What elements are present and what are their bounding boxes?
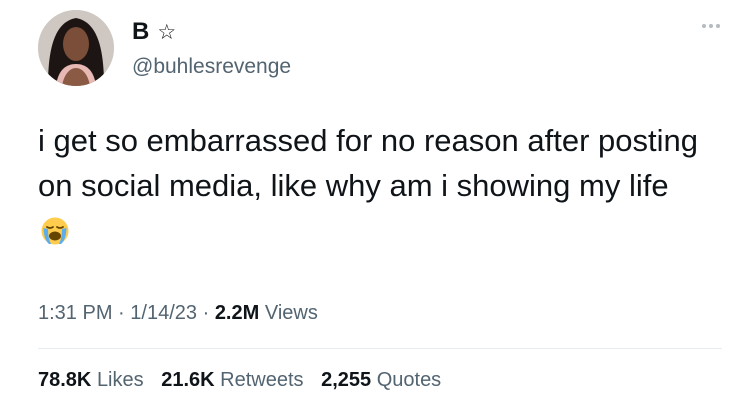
avatar-image: [38, 10, 114, 86]
quotes-label: Quotes: [376, 369, 442, 391]
loudly-crying-face-icon: [40, 213, 70, 258]
quotes-stat[interactable]: 2,255 Quotes: [321, 369, 441, 391]
more-options-icon[interactable]: [702, 24, 720, 28]
tweet-text: i get so embarrassed for no reason after…: [38, 118, 698, 258]
likes-count: 78.8K: [38, 369, 92, 391]
tweet-text-content: i get so embarrassed for no reason after…: [38, 123, 698, 203]
retweets-stat[interactable]: 21.6K Retweets: [161, 369, 309, 391]
views-label: Views: [264, 302, 318, 324]
user-handle[interactable]: @buhlesrevenge: [132, 54, 291, 80]
user-info: B ☆ @buhlesrevenge: [132, 18, 291, 80]
meta-separator: ·: [202, 302, 210, 324]
retweets-count: 21.6K: [161, 369, 215, 391]
display-name[interactable]: B ☆: [132, 18, 291, 46]
tweet-meta: 1:31 PM · 1/14/23 · 2.2M Views: [38, 300, 318, 326]
engagement-stats: 78.8K Likes 21.6K Retweets 2,255 Quotes: [38, 367, 453, 393]
views-count: 2.2M: [214, 302, 260, 324]
divider: [38, 348, 722, 349]
quotes-count: 2,255: [321, 369, 372, 391]
meta-separator: ·: [118, 302, 125, 324]
display-name-text: B: [132, 18, 150, 45]
tweet-time[interactable]: 1:31 PM: [38, 302, 112, 324]
likes-stat[interactable]: 78.8K Likes: [38, 369, 149, 391]
avatar[interactable]: [38, 10, 114, 86]
tweet-date[interactable]: 1/14/23: [130, 302, 197, 324]
tweet-card: B ☆ @buhlesrevenge i get so embarrassed …: [0, 0, 736, 406]
star-outline-icon: ☆: [157, 20, 177, 44]
likes-label: Likes: [96, 369, 144, 391]
retweets-label: Retweets: [220, 369, 304, 391]
